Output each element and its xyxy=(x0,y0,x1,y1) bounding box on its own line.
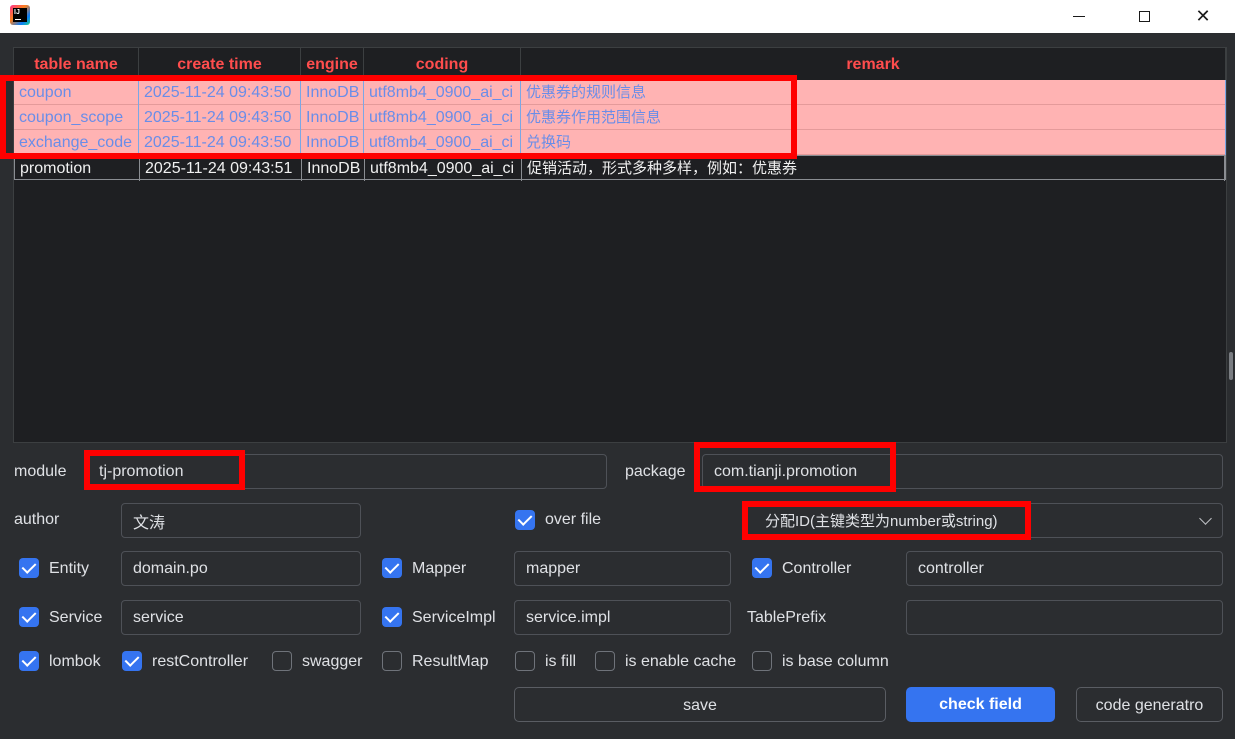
maximize-button[interactable] xyxy=(1121,0,1167,33)
maximize-icon xyxy=(1138,11,1150,22)
code-generator-button[interactable]: code generatro xyxy=(1076,687,1223,722)
chevron-down-icon xyxy=(1199,512,1212,525)
cell-coding: utf8mb4_0900_ai_ci xyxy=(365,156,522,181)
cell-remark: 优惠券的规则信息 xyxy=(521,80,1226,105)
title-bar: IJ ✕ xyxy=(0,0,1235,33)
cell-engine: InnoDB xyxy=(301,105,364,130)
entity-checkbox[interactable] xyxy=(19,558,39,578)
is-fill-label: is fill xyxy=(545,653,577,670)
author-input[interactable] xyxy=(121,503,361,538)
cell-create-time: 2025-11-24 09:43:50 xyxy=(139,105,301,130)
serviceimpl-checkbox[interactable] xyxy=(382,607,402,627)
minimize-icon xyxy=(1073,16,1085,17)
package-input[interactable] xyxy=(702,454,1223,489)
table-row[interactable]: exchange_code 2025-11-24 09:43:50 InnoDB… xyxy=(14,130,1226,155)
resultmap-checkbox[interactable] xyxy=(382,651,402,671)
table-list[interactable]: table name create time engine coding rem… xyxy=(13,47,1227,443)
service-checkbox[interactable] xyxy=(19,607,39,627)
mapper-package-input[interactable] xyxy=(514,551,731,586)
table-header: table name create time engine coding rem… xyxy=(14,48,1226,80)
over-file-label: over file xyxy=(545,511,602,528)
check-field-button[interactable]: check field xyxy=(906,687,1055,722)
module-label: module xyxy=(14,463,67,480)
intellij-app-icon: IJ xyxy=(10,5,30,25)
mapper-checkbox[interactable] xyxy=(382,558,402,578)
is-base-column-checkbox[interactable] xyxy=(752,651,772,671)
column-header-coding[interactable]: coding xyxy=(364,48,521,80)
mapper-label: Mapper xyxy=(412,560,467,577)
id-type-value: 分配ID(主键类型为number或string) xyxy=(765,513,998,530)
cell-table-name: exchange_code xyxy=(14,130,139,155)
close-icon: ✕ xyxy=(1195,5,1211,27)
controller-label: Controller xyxy=(782,560,852,577)
author-label: author xyxy=(14,511,60,528)
lombok-label: lombok xyxy=(49,653,101,670)
table-row[interactable]: coupon 2025-11-24 09:43:50 InnoDB utf8mb… xyxy=(14,80,1226,105)
lombok-checkbox[interactable] xyxy=(19,651,39,671)
save-button[interactable]: save xyxy=(514,687,886,722)
close-button[interactable]: ✕ xyxy=(1180,0,1226,33)
is-base-column-label: is base column xyxy=(782,653,889,670)
cell-remark: 促销活动，形式多种多样，例如：优惠券 xyxy=(522,156,1225,181)
cell-coding: utf8mb4_0900_ai_ci xyxy=(364,105,521,130)
resultmap-label: ResultMap xyxy=(412,653,489,670)
is-enable-cache-label: is enable cache xyxy=(625,653,737,670)
swagger-checkbox[interactable] xyxy=(272,651,292,671)
package-label: package xyxy=(625,463,686,480)
cell-coding: utf8mb4_0900_ai_ci xyxy=(364,130,521,155)
cell-coding: utf8mb4_0900_ai_ci xyxy=(364,80,521,105)
minimize-button[interactable] xyxy=(1056,0,1102,33)
cell-table-name: coupon xyxy=(14,80,139,105)
cell-table-name: promotion xyxy=(15,156,140,181)
swagger-label: swagger xyxy=(302,653,363,670)
column-header-remark[interactable]: remark xyxy=(521,48,1226,80)
controller-package-input[interactable] xyxy=(906,551,1223,586)
module-input[interactable] xyxy=(87,454,607,489)
cell-remark: 兑换码 xyxy=(521,130,1226,155)
tableprefix-input[interactable] xyxy=(906,600,1223,635)
is-fill-checkbox[interactable] xyxy=(515,651,535,671)
over-file-checkbox[interactable] xyxy=(515,510,535,530)
is-enable-cache-checkbox[interactable] xyxy=(595,651,615,671)
cell-engine: InnoDB xyxy=(301,130,364,155)
column-header-table-name[interactable]: table name xyxy=(14,48,139,80)
restcontroller-checkbox[interactable] xyxy=(122,651,142,671)
entity-label: Entity xyxy=(49,560,90,577)
service-label: Service xyxy=(49,609,103,626)
table-row[interactable]: coupon_scope 2025-11-24 09:43:50 InnoDB … xyxy=(14,105,1226,130)
controller-checkbox[interactable] xyxy=(752,558,772,578)
table-row[interactable]: promotion 2025-11-24 09:43:51 InnoDB utf… xyxy=(14,155,1226,181)
restcontroller-label: restController xyxy=(152,653,249,670)
cell-create-time: 2025-11-24 09:43:50 xyxy=(139,80,301,105)
cell-create-time: 2025-11-24 09:43:50 xyxy=(139,130,301,155)
column-header-create-time[interactable]: create time xyxy=(139,48,301,80)
cell-engine: InnoDB xyxy=(302,156,365,181)
cell-create-time: 2025-11-24 09:43:51 xyxy=(140,156,302,181)
serviceimpl-package-input[interactable] xyxy=(514,600,731,635)
cell-table-name: coupon_scope xyxy=(14,105,139,130)
column-header-engine[interactable]: engine xyxy=(301,48,364,80)
service-package-input[interactable] xyxy=(121,600,361,635)
window-resize-scroll-thumb[interactable] xyxy=(1229,352,1233,380)
id-type-select[interactable]: 分配ID(主键类型为number或string) xyxy=(745,503,1223,538)
cell-engine: InnoDB xyxy=(301,80,364,105)
entity-package-input[interactable] xyxy=(121,551,361,586)
serviceimpl-label: ServiceImpl xyxy=(412,609,496,626)
tableprefix-label: TablePrefix xyxy=(747,609,827,626)
cell-remark: 优惠券作用范围信息 xyxy=(521,105,1226,130)
